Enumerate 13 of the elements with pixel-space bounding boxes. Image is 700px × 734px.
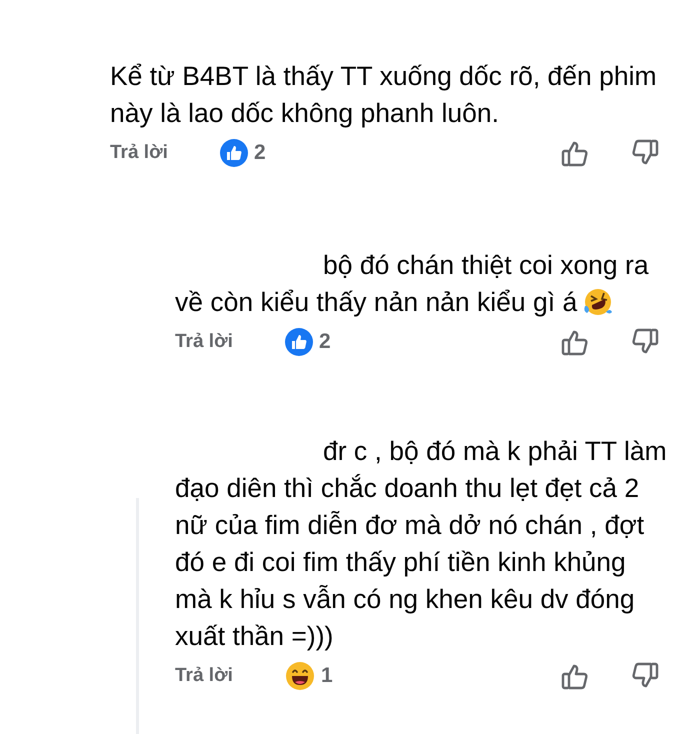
comment-text: đr c , bộ đó mà k phải TT làm đạo diên thì chắc doanh thu lẹt đẹt cả 2 nữ của fim diễn đơ mà dở nó chán , đợt đó e đi coi fim thấy phí tiền kinh khủng mà k hỉu s vẫn có ng khen kêu dv đóng xuất thần =))) [175,435,667,653]
comment-text: bộ đó chán thiệt coi xong ra về còn kiểu thấy nản nản kiểu gì á [175,249,649,319]
like-reaction-icon [220,139,248,167]
reply-link[interactable]: Trả lời [175,662,285,690]
laughing-face-icon [285,661,315,691]
reply-link[interactable]: Trả lời [110,138,220,168]
laughing-tears-emoji-icon [583,287,614,317]
reaction-count: 2 [254,140,266,166]
reaction-count: 2 [319,329,331,356]
reply-link[interactable]: Trả lời [175,328,285,356]
reaction-count: 1 [321,663,333,690]
comment-text: Kể từ B4BT là thấy TT xuống dốc rõ, đến phim này là lao dốc không phanh luôn. [110,60,657,130]
like-reaction-icon [285,328,313,356]
